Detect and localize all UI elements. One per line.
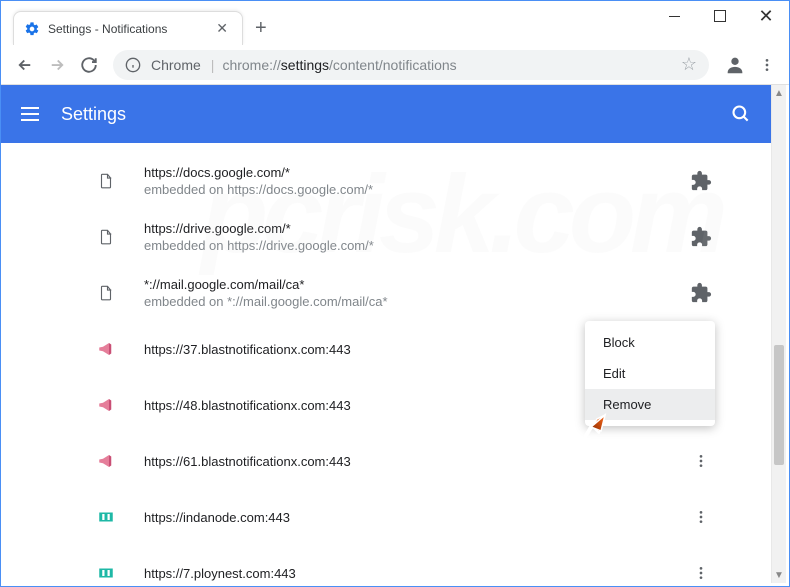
site-url: https://drive.google.com/* (144, 221, 681, 236)
chrome-menu-button[interactable] (753, 51, 781, 79)
annotation-arrow-icon (561, 411, 621, 471)
more-actions-button[interactable] (681, 509, 721, 525)
context-menu-edit[interactable]: Edit (585, 358, 715, 389)
more-actions-button[interactable] (681, 565, 721, 581)
gear-icon (24, 21, 40, 37)
window-minimize-button[interactable] (651, 1, 697, 31)
more-actions-button[interactable] (681, 453, 721, 469)
site-url: https://docs.google.com/* (144, 165, 681, 180)
window-close-button[interactable]: ✕ (743, 1, 789, 31)
site-row[interactable]: *://mail.google.com/mail/ca* embedded on … (96, 265, 721, 321)
bookmark-star-icon[interactable]: ☆ (681, 54, 697, 75)
site-embed-text: embedded on https://drive.google.com/* (144, 238, 681, 253)
scrollbar-thumb[interactable] (774, 345, 784, 465)
tab-title: Settings - Notifications (48, 22, 212, 36)
omnibox-prefix: Chrome (151, 57, 201, 73)
omnibox-url: chrome://settings/content/notifications (222, 57, 456, 73)
teal-icon (96, 507, 116, 527)
settings-title: Settings (61, 104, 731, 125)
site-row[interactable]: https://indanode.com:443 (96, 489, 721, 545)
megaphone-icon (96, 395, 116, 415)
extension-icon (681, 226, 721, 248)
site-url: *://mail.google.com/mail/ca* (144, 277, 681, 292)
tab-close-button[interactable]: ✕ (212, 20, 232, 37)
browser-tab[interactable]: Settings - Notifications ✕ (13, 11, 243, 45)
scrollbar[interactable]: ▲ ▼ (771, 85, 786, 583)
scroll-down-icon[interactable]: ▼ (772, 567, 786, 583)
site-row[interactable]: https://docs.google.com/* embedded on htt… (96, 153, 721, 209)
site-row[interactable]: https://61.blastnotificationx.com:443 (96, 433, 721, 489)
site-url: https://indanode.com:443 (144, 510, 681, 525)
teal-icon (96, 563, 116, 583)
file-icon (96, 283, 116, 303)
megaphone-icon (96, 339, 116, 359)
megaphone-icon (96, 451, 116, 471)
site-embed-text: embedded on *://mail.google.com/mail/ca* (144, 294, 681, 309)
extension-icon (681, 170, 721, 192)
site-embed-text: embedded on https://docs.google.com/* (144, 182, 681, 197)
forward-button[interactable] (41, 49, 73, 81)
address-bar[interactable]: Chrome | chrome://settings/content/notif… (113, 50, 709, 80)
back-button[interactable] (9, 49, 41, 81)
site-row[interactable]: https://drive.google.com/* embedded on ht… (96, 209, 721, 265)
file-icon (96, 227, 116, 247)
settings-header: Settings (1, 85, 771, 143)
hamburger-menu-button[interactable] (21, 107, 39, 121)
info-icon (125, 57, 141, 73)
reload-button[interactable] (73, 49, 105, 81)
site-url: https://7.ploynest.com:443 (144, 566, 681, 581)
new-tab-button[interactable]: + (255, 17, 267, 40)
search-icon[interactable] (731, 104, 751, 124)
file-icon (96, 171, 116, 191)
extension-icon (681, 282, 721, 304)
scroll-up-icon[interactable]: ▲ (772, 85, 786, 101)
window-maximize-button[interactable] (697, 1, 743, 31)
profile-avatar-button[interactable] (721, 51, 749, 79)
context-menu-block[interactable]: Block (585, 327, 715, 358)
site-row[interactable]: https://7.ploynest.com:443 (96, 545, 721, 583)
